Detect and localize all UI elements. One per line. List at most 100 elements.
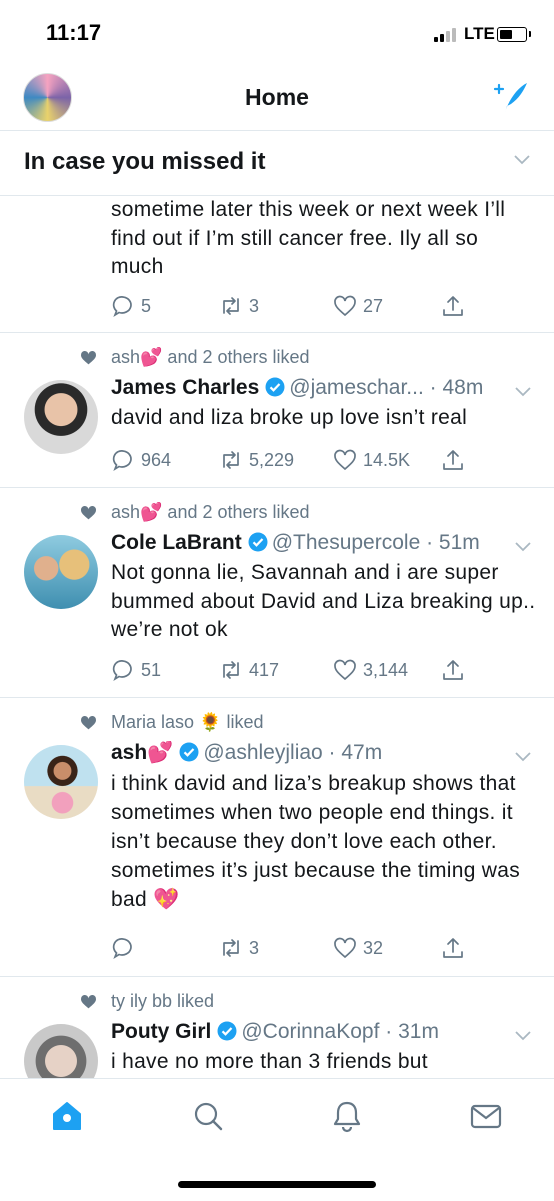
home-indicator xyxy=(178,1181,376,1188)
verified-icon xyxy=(265,377,285,397)
retweet-count: 3 xyxy=(249,295,260,316)
notifications-icon[interactable] xyxy=(330,1099,364,1133)
avatar[interactable] xyxy=(24,1024,98,1078)
retweet-count: 417 xyxy=(249,659,280,680)
reply-icon xyxy=(112,938,132,960)
search-icon[interactable] xyxy=(191,1099,225,1133)
liked-by-text: Maria laso 🌻 liked xyxy=(111,712,264,732)
share-button[interactable] xyxy=(441,936,465,960)
reply-button[interactable]: 51 xyxy=(111,658,161,682)
tweet-text: i have no more than 3 friends but xyxy=(111,1050,428,1073)
like-button[interactable]: 3,144 xyxy=(333,658,408,682)
share-button[interactable] xyxy=(441,294,465,318)
liked-heart-icon xyxy=(80,506,97,520)
reply-button[interactable] xyxy=(111,936,141,960)
like-icon xyxy=(334,937,356,959)
tweet-actions: 964 5,229 14.5K xyxy=(111,448,531,474)
tweet-header: Pouty Girl @CorinnaKopf · 31m xyxy=(111,1020,514,1044)
top-navbar: Home xyxy=(0,62,554,131)
chevron-down-icon[interactable] xyxy=(514,155,530,165)
avatar[interactable] xyxy=(24,380,98,454)
retweet-count: 5,229 xyxy=(249,449,295,470)
author-name[interactable]: ash💕 xyxy=(111,741,173,764)
tweet-actions: 51 417 3,144 xyxy=(111,658,531,684)
like-count: 32 xyxy=(363,937,384,958)
share-icon xyxy=(443,938,463,958)
status-time: 11:17 xyxy=(46,20,102,45)
like-button[interactable]: 32 xyxy=(333,936,383,960)
author-name[interactable]: James Charles xyxy=(111,376,259,399)
battery-icon xyxy=(497,27,527,42)
home-icon[interactable] xyxy=(50,1099,84,1133)
tweet-partial[interactable]: sometime later this week or next week I’… xyxy=(0,196,554,333)
retweet-icon xyxy=(223,297,239,315)
like-button[interactable]: 14.5K xyxy=(333,448,410,472)
like-icon xyxy=(334,295,356,317)
retweet-icon xyxy=(223,451,239,469)
retweet-button[interactable]: 5,229 xyxy=(219,448,294,472)
reply-count: 964 xyxy=(141,449,172,470)
social-context: ty ily bb liked xyxy=(80,991,214,1012)
chevron-down-icon[interactable] xyxy=(515,752,531,762)
chevron-down-icon[interactable] xyxy=(515,1031,531,1041)
author-name[interactable]: Cole LaBrant xyxy=(111,531,242,554)
status-bar: 11:17 LTE xyxy=(0,0,554,62)
liked-by-text: ash💕 and 2 others liked xyxy=(111,502,310,522)
reply-icon xyxy=(112,450,132,472)
tweet[interactable]: Maria laso 🌻 liked ash💕 @ashleyjliao · 47… xyxy=(0,698,554,977)
retweet-button[interactable]: 3 xyxy=(219,936,259,960)
author-name[interactable]: Pouty Girl xyxy=(111,1020,211,1043)
liked-by-text: ty ily bb liked xyxy=(111,991,215,1011)
like-button[interactable]: 27 xyxy=(333,294,383,318)
author-meta: @CorinnaKopf · 31m xyxy=(241,1020,439,1043)
retweet-count: 3 xyxy=(249,937,260,958)
verified-icon xyxy=(179,742,199,762)
section-title: In case you missed it xyxy=(24,148,266,175)
tweet-text: Not gonna lie, Savannah and i are super … xyxy=(111,561,536,641)
avatar[interactable] xyxy=(24,535,98,609)
like-count: 14.5K xyxy=(363,449,411,470)
avatar[interactable] xyxy=(24,745,98,819)
chevron-down-icon[interactable] xyxy=(515,542,531,552)
share-icon xyxy=(443,660,463,680)
liked-heart-icon xyxy=(80,995,97,1009)
tweet[interactable]: ty ily bb liked Pouty Girl @CorinnaKopf ·… xyxy=(0,977,554,1078)
reply-button[interactable]: 5 xyxy=(111,294,151,318)
reply-button[interactable]: 964 xyxy=(111,448,171,472)
retweet-icon xyxy=(223,939,239,957)
page-title: Home xyxy=(245,84,309,110)
liked-by-text: ash💕 and 2 others liked xyxy=(111,347,310,367)
retweet-icon xyxy=(223,661,239,679)
author-meta: @jameschar... · 48m xyxy=(289,376,484,399)
like-icon xyxy=(334,449,356,471)
messages-icon[interactable] xyxy=(469,1099,503,1133)
share-icon xyxy=(443,296,463,316)
social-context: Maria laso 🌻 liked xyxy=(80,712,263,733)
share-button[interactable] xyxy=(441,658,465,682)
tweet-actions: 5 3 27 xyxy=(111,294,531,320)
chevron-down-icon[interactable] xyxy=(515,387,531,397)
tweet-text: i think david and liza’s breakup shows t… xyxy=(111,772,521,911)
author-meta: @ashleyjliao · 47m xyxy=(203,741,383,764)
network-label: LTE xyxy=(464,24,495,43)
reply-count: 5 xyxy=(141,295,152,316)
liked-heart-icon xyxy=(80,351,97,365)
tweet-text: david and liza broke up love isn’t real xyxy=(111,406,468,429)
retweet-button[interactable]: 417 xyxy=(219,658,279,682)
social-context: ash💕 and 2 others liked xyxy=(80,347,310,368)
compose-icon[interactable] xyxy=(493,80,529,114)
section-header: In case you missed it xyxy=(0,131,554,196)
share-button[interactable] xyxy=(441,448,465,472)
signal-icon xyxy=(434,28,456,42)
retweet-button[interactable]: 3 xyxy=(219,294,259,318)
share-icon xyxy=(443,450,463,470)
like-count: 27 xyxy=(363,295,384,316)
verified-icon xyxy=(248,532,268,552)
verified-icon xyxy=(217,1021,237,1041)
tweet[interactable]: ash💕 and 2 others liked James Charles @ja… xyxy=(0,333,554,488)
reply-count: 51 xyxy=(141,659,162,680)
tweet[interactable]: ash💕 and 2 others liked Cole LaBrant @The… xyxy=(0,488,554,698)
battery-tip xyxy=(529,31,531,37)
author-meta: @Thesupercole · 51m xyxy=(271,531,480,554)
liked-heart-icon xyxy=(80,716,97,730)
